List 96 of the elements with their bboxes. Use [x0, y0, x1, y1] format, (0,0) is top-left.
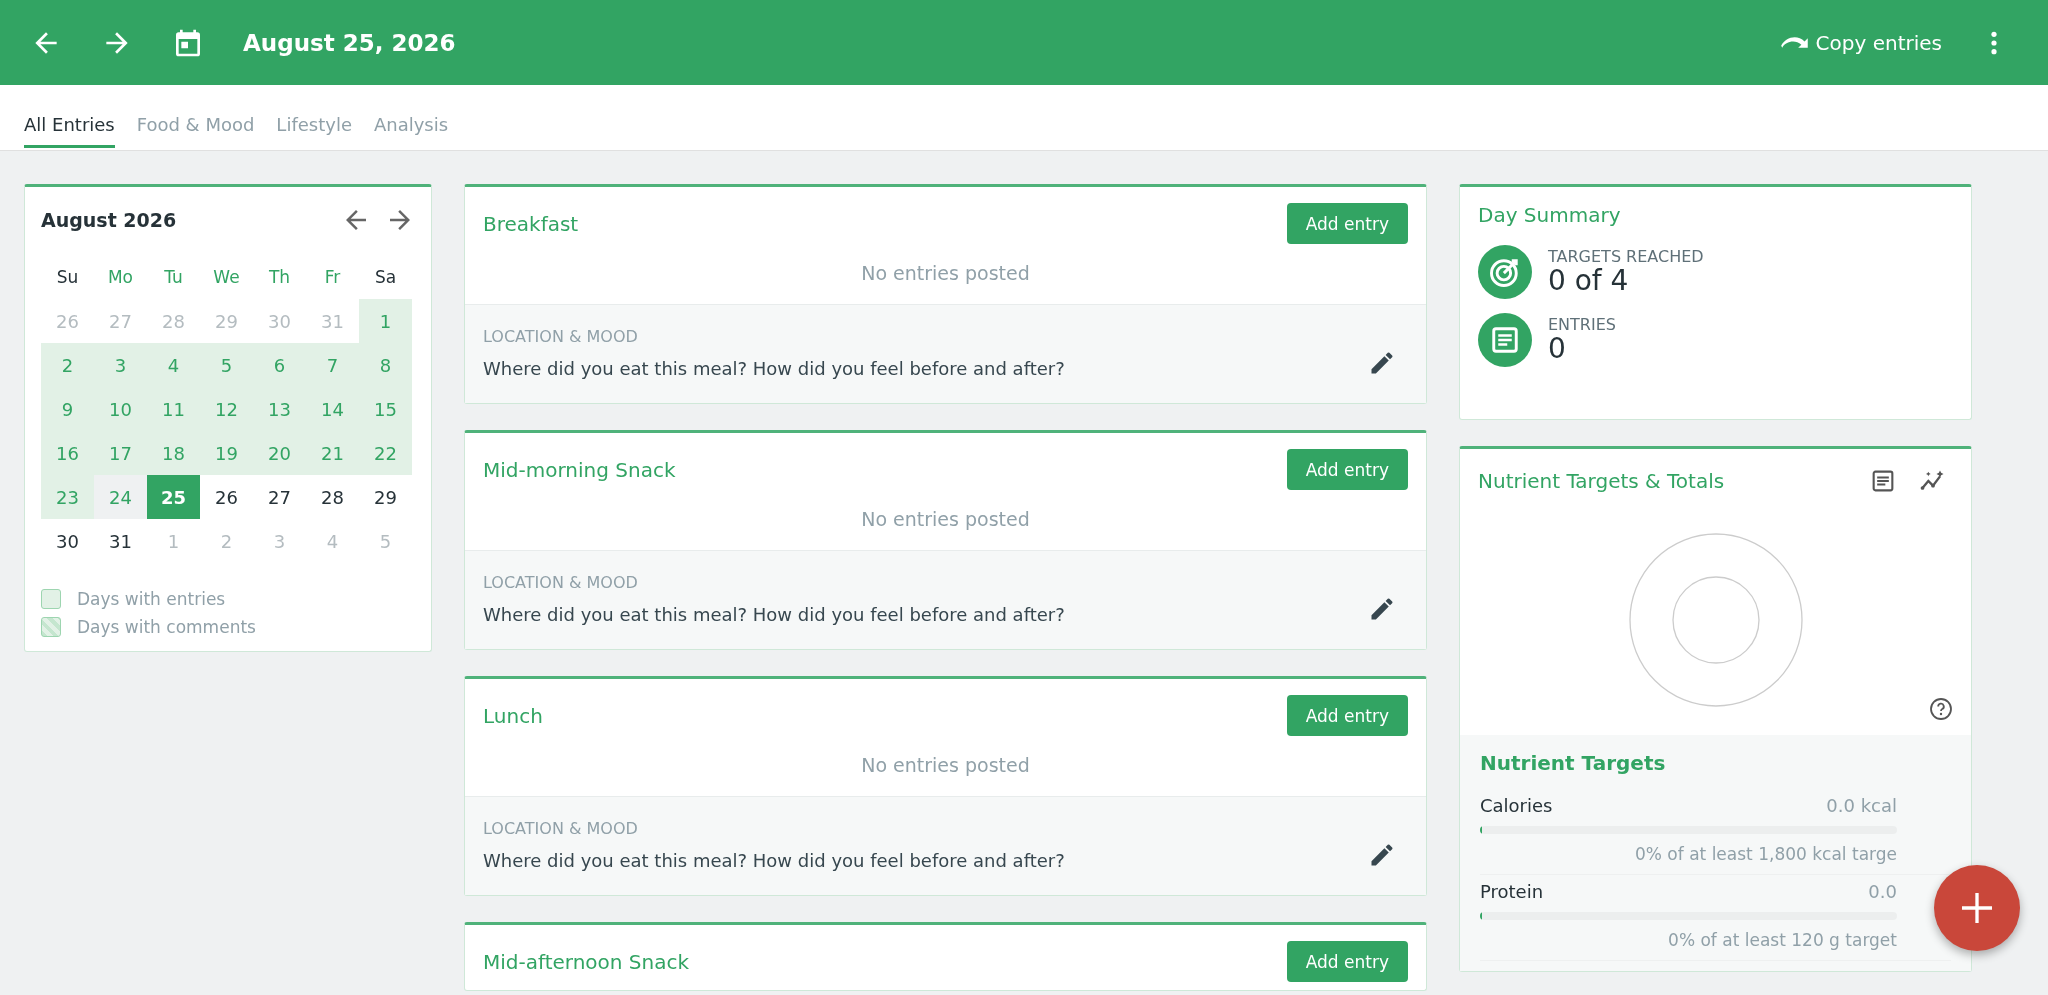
calendar-day[interactable]: 5	[200, 343, 253, 387]
target-note: 0% of at least 1,800 kcal targe	[1635, 844, 1898, 864]
prompt-text: Where did you eat this meal? How did you feel before and after?	[483, 604, 1066, 625]
calendar-day[interactable]: 3	[94, 343, 147, 387]
calendar-day[interactable]: 8	[359, 343, 412, 387]
legend-label: Days with comments	[77, 617, 256, 637]
tab[interactable]: Food & Mood	[136, 103, 255, 148]
calendar-day[interactable]: 27	[94, 299, 147, 343]
calendar-day[interactable]: 10	[94, 387, 147, 431]
calendar-day[interactable]: 15	[359, 387, 412, 431]
weekday-label: Tu	[163, 266, 184, 289]
document-icon	[1478, 313, 1532, 367]
add-entry-button[interactable]: Add entry	[1286, 941, 1408, 982]
tab[interactable]: Lifestyle	[276, 103, 352, 148]
calendar-day[interactable]: 27	[253, 475, 306, 519]
add-entry-button[interactable]: Add entry	[1286, 203, 1408, 244]
card-title: Nutrient Targets & Totals	[1478, 469, 1726, 493]
calendar-day[interactable]: 26	[200, 475, 253, 519]
section-label: LOCATION & MOOD	[483, 819, 639, 838]
weekday-label: Fr	[323, 266, 342, 289]
section-label: LOCATION & MOOD	[483, 327, 639, 346]
stat-value: 0	[1548, 334, 1567, 365]
prompt-text: Where did you eat this meal? How did you feel before and after?	[483, 358, 1066, 379]
calendar-day[interactable]: 12	[200, 387, 253, 431]
calendar-day[interactable]: 16	[41, 431, 94, 475]
calendar-day[interactable]: 2	[41, 343, 94, 387]
calendar-day[interactable]: 14	[306, 387, 359, 431]
meal-title: Mid-afternoon Snack	[483, 949, 690, 974]
calendar-day[interactable]: 19	[200, 431, 253, 475]
empty-message: No entries posted	[860, 507, 1031, 532]
calendar-day[interactable]: 6	[253, 343, 306, 387]
tab[interactable]: All Entries	[24, 103, 115, 148]
legend-label: Days with entries	[77, 589, 226, 609]
prompt-text: Where did you eat this meal? How did you feel before and after?	[483, 850, 1066, 871]
more-options-icon[interactable]	[1990, 29, 1998, 56]
meal-title: Lunch	[483, 703, 543, 728]
calendar-day[interactable]: 30	[253, 299, 306, 343]
calendar-day[interactable]: 3	[253, 519, 306, 563]
calendar-day[interactable]: 20	[253, 431, 306, 475]
weekday-label: Th	[267, 266, 292, 289]
calendar-day[interactable]: 24	[94, 475, 147, 519]
section-title: Nutrient Targets	[1480, 751, 1667, 775]
calendar-day[interactable]: 17	[94, 431, 147, 475]
card-title: Day Summary	[1478, 203, 1622, 227]
calendar-day[interactable]: 1	[147, 519, 200, 563]
nutrient-amount: 0.0 kcal	[1826, 795, 1897, 816]
calendar-day[interactable]: 7	[306, 343, 359, 387]
weekday-label: Mo	[106, 266, 135, 289]
calendar-day[interactable]: 18	[147, 431, 200, 475]
add-entry-button[interactable]: Add entry	[1286, 449, 1408, 490]
calendar-day[interactable]: 30	[41, 519, 94, 563]
calendar-day[interactable]: 31	[94, 519, 147, 563]
calendar-day[interactable]: 31	[306, 299, 359, 343]
calendar-day[interactable]: 28	[306, 475, 359, 519]
calendar-day[interactable]: 5	[359, 519, 412, 563]
weekday-label: Sa	[373, 266, 398, 289]
calendar-day[interactable]: 29	[359, 475, 412, 519]
empty-message: No entries posted	[860, 261, 1031, 286]
weekday-label: We	[212, 266, 241, 289]
legend-swatch	[41, 617, 61, 637]
meal-title: Mid-morning Snack	[483, 457, 676, 482]
help-icon[interactable]	[1929, 697, 1953, 721]
section-label: LOCATION & MOOD	[483, 573, 639, 592]
calendar-day[interactable]: 9	[41, 387, 94, 431]
calendar-day[interactable]: 21	[306, 431, 359, 475]
calendar-day[interactable]: 23	[41, 475, 94, 519]
target-icon	[1478, 245, 1532, 299]
calendar-day[interactable]: 4	[147, 343, 200, 387]
nutrient-name: Calories	[1480, 795, 1553, 816]
month-title: August 2026	[41, 209, 178, 231]
tab[interactable]: Analysis	[373, 103, 449, 148]
add-entry-button[interactable]: Add entry	[1286, 695, 1408, 736]
target-note: 0% of at least 120 g target	[1668, 930, 1898, 950]
stat-label: TARGETS REACHED	[1548, 247, 1704, 267]
calendar-day[interactable]: 2	[200, 519, 253, 563]
calendar-day[interactable]: 22	[359, 431, 412, 475]
add-button[interactable]	[1934, 865, 2020, 951]
calendar-day[interactable]: 25	[147, 475, 200, 519]
redo-arrow-icon	[1779, 34, 1810, 51]
empty-message: No entries posted	[860, 753, 1031, 778]
stat-label: ENTRIES	[1548, 315, 1616, 335]
calendar-day[interactable]: 1	[359, 299, 412, 343]
nutrient-name: Protein	[1480, 881, 1544, 902]
calendar-day[interactable]: 13	[253, 387, 306, 431]
calendar-day[interactable]: 28	[147, 299, 200, 343]
calendar-day[interactable]: 26	[41, 299, 94, 343]
stat-value: 0 of 4	[1548, 266, 1630, 297]
calendar-day[interactable]: 4	[306, 519, 359, 563]
calendar-day[interactable]: 11	[147, 387, 200, 431]
copy-entries-button[interactable]: Copy entries	[1771, 22, 1950, 63]
legend-swatch	[41, 589, 61, 609]
weekday-label: Su	[55, 266, 80, 289]
current-date: August 25, 2026	[243, 29, 456, 56]
meal-title: Breakfast	[483, 211, 579, 236]
nutrient-amount: 0.0	[1868, 881, 1897, 902]
calendar-day[interactable]: 29	[200, 299, 253, 343]
